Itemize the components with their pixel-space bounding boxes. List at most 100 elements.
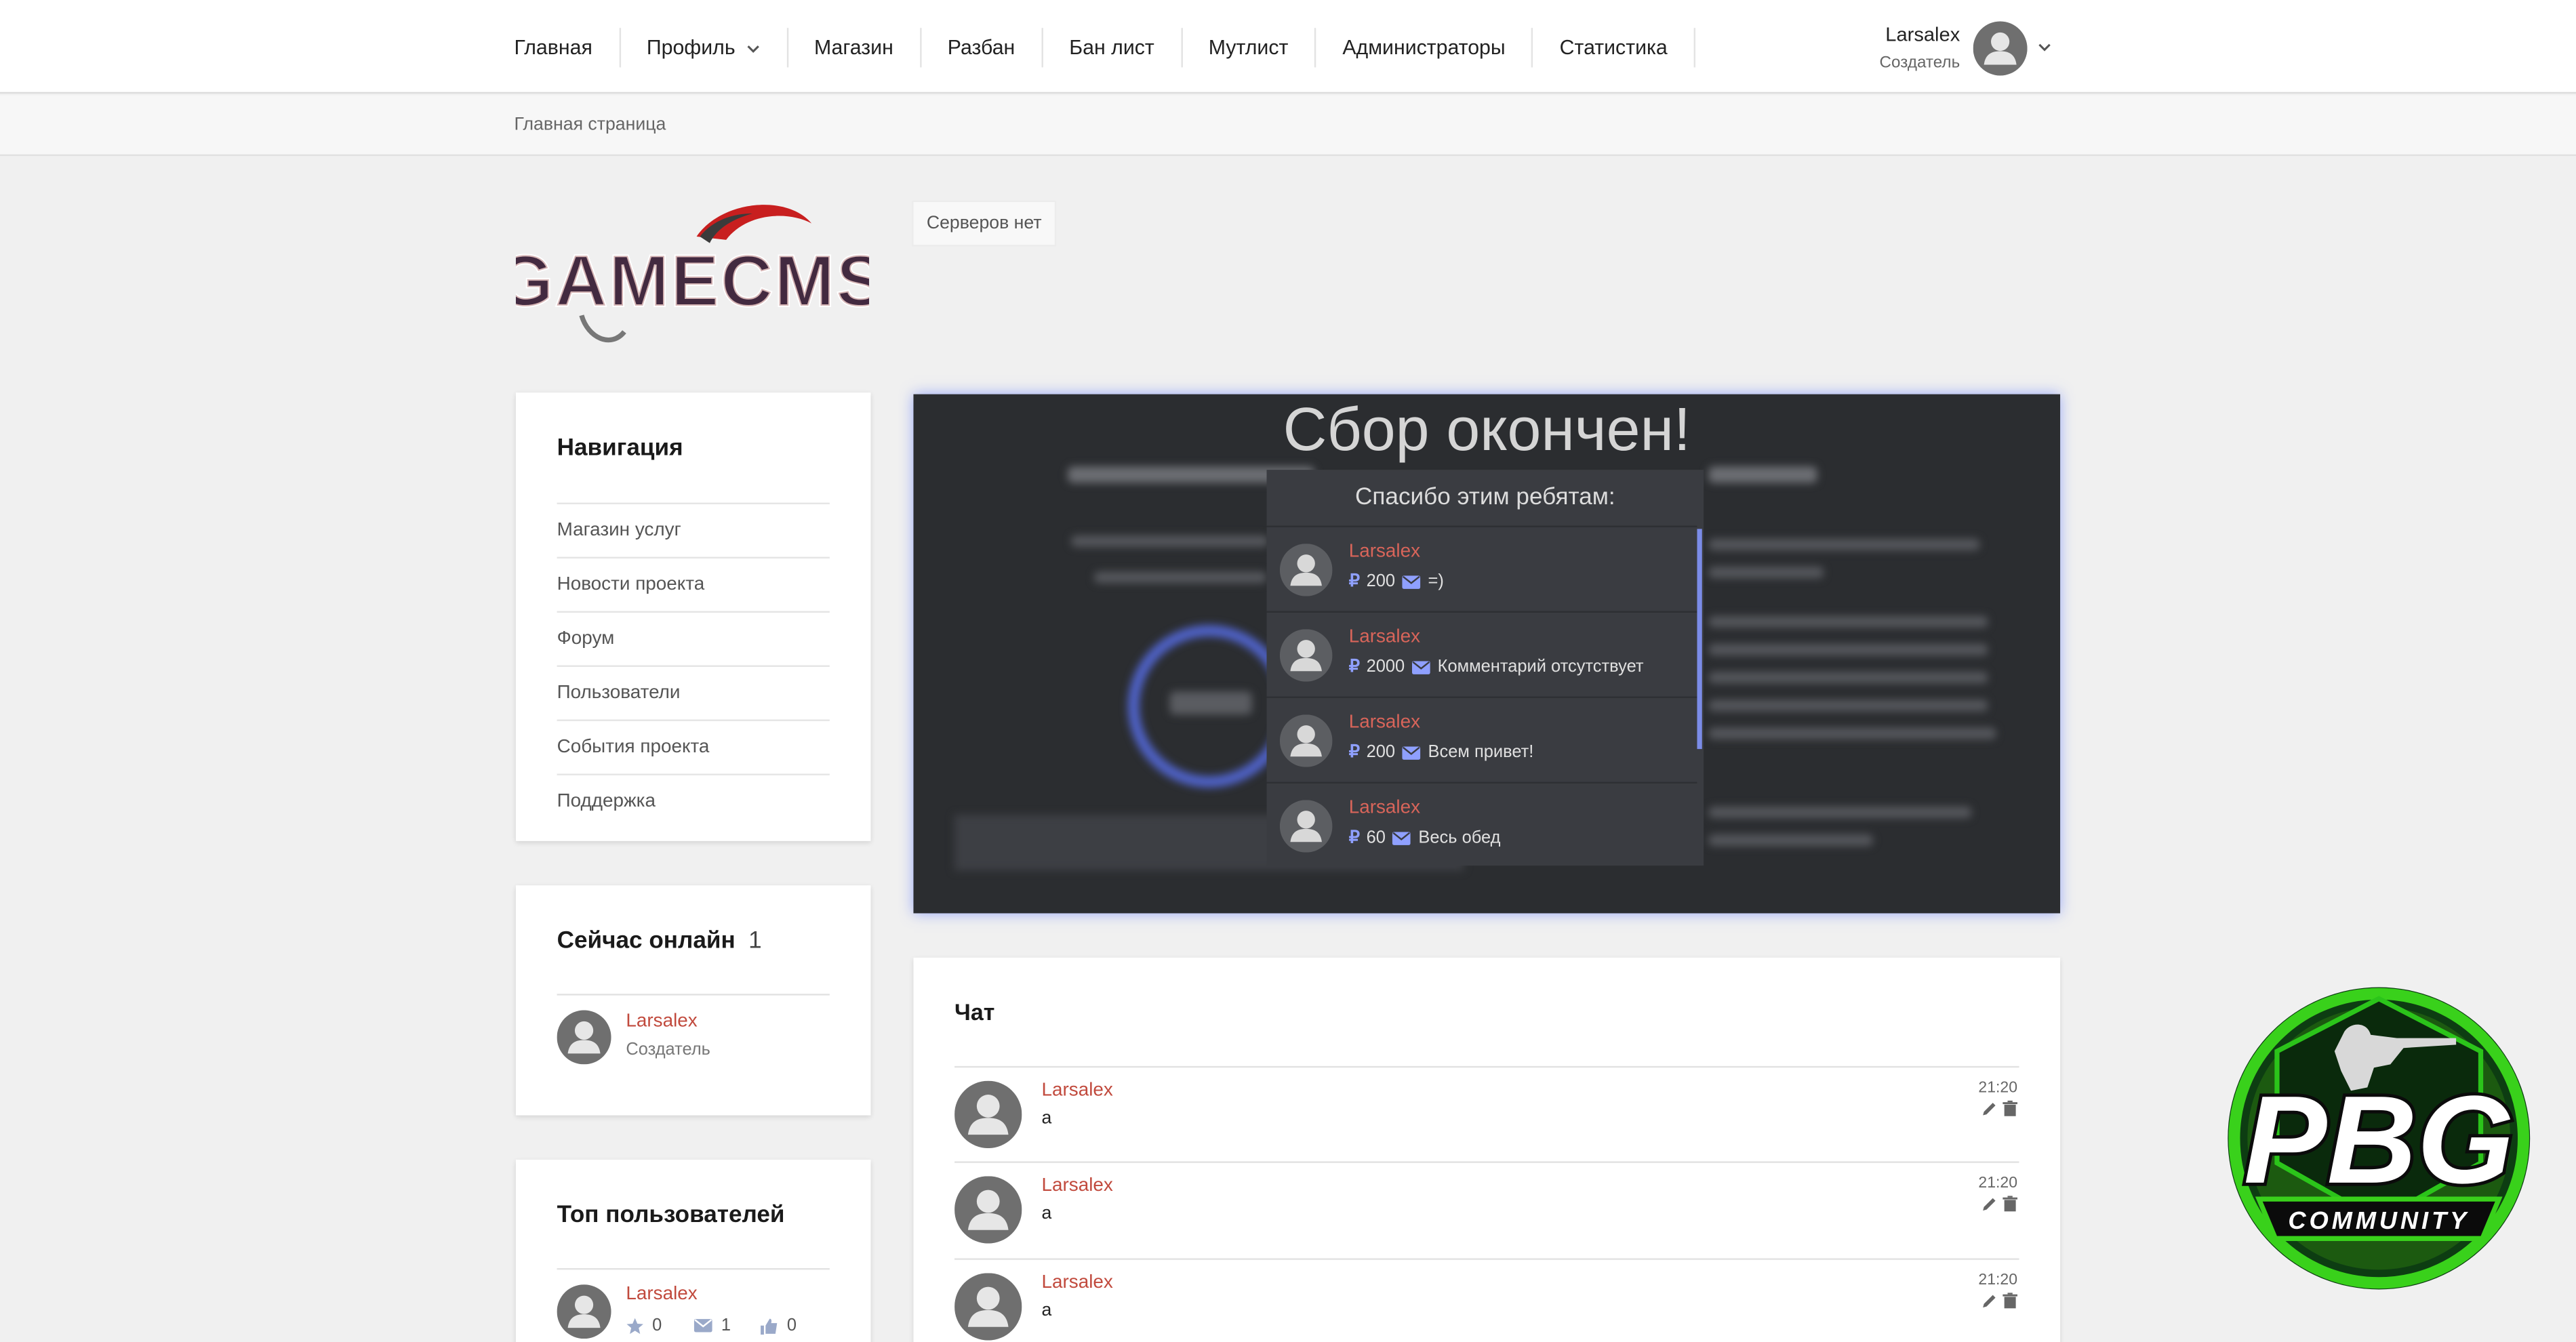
avatar[interactable] [1973,22,2028,76]
stars-stat: 0 [626,1316,662,1335]
donor-name[interactable]: Larsalex [1349,542,1420,562]
breadcrumb-bar: Главная страница [0,95,2576,157]
nav-unban-label: Разбан [947,36,1015,60]
menu-item[interactable]: События проекта [557,719,830,773]
pencil-icon[interactable] [1981,1293,1998,1309]
chat-title: Чат [954,998,995,1025]
avatar[interactable] [954,1081,1022,1148]
avatar[interactable] [954,1176,1022,1243]
svg-text:COMMUNITY: COMMUNITY [2288,1206,2470,1234]
top-users-card: Топ пользователей Larsalex 0 1 0 [515,1159,871,1342]
divider [557,1267,830,1270]
user-role: Создатель [1879,54,1960,73]
donor-name[interactable]: Larsalex [1349,798,1420,818]
thumbs-up-icon [761,1318,778,1334]
trash-icon[interactable] [2003,1196,2018,1212]
online-user-name[interactable]: Larsalex [626,1012,697,1032]
pencil-icon[interactable] [1981,1196,1998,1212]
ruble-icon: ₽ [1348,742,1360,762]
donor-comment: Комментарий отсутствует [1437,657,1644,677]
message-text: a [1041,1108,1052,1128]
message-time: 21:20 [1978,1174,2018,1193]
ruble-icon: ₽ [1348,571,1360,592]
breadcrumb[interactable]: Главная страница [515,115,666,135]
menu-item[interactable]: Магазин услуг [557,502,830,557]
svg-text:PBG: PBG [2244,1070,2514,1210]
navigation-card: Навигация Магазин услуг Новости проекта … [515,392,871,841]
message-text: a [1041,1301,1052,1321]
chat-message: Larsalex a 21:20 [954,1161,2019,1258]
avatar[interactable] [1280,800,1333,853]
avatar[interactable] [557,1284,611,1339]
navigation-menu: Магазин услуг Новости проекта Форум Поль… [557,502,830,828]
nav-profile[interactable]: Профиль [620,28,788,68]
trash-icon[interactable] [2003,1100,2018,1117]
avatar[interactable] [1280,544,1333,596]
donor-name[interactable]: Larsalex [1349,713,1420,733]
nav-mutelist-label: Мутлист [1208,36,1289,60]
likes-count: 0 [786,1316,797,1336]
avatar[interactable] [954,1273,1022,1340]
nav-unban[interactable]: Разбан [921,28,1043,68]
donor-amount: 200 [1366,571,1396,592]
navigation-title: Навигация [557,435,683,462]
avatar[interactable] [557,1010,611,1064]
nav-stats[interactable]: Статистика [1533,28,1695,68]
svg-text:GAMECMS: GAMECMS [516,240,869,321]
menu-item[interactable]: Поддержка [557,773,830,828]
user-name: Larsalex [1885,22,1960,46]
message-author[interactable]: Larsalex [1041,1176,1112,1196]
donor-name[interactable]: Larsalex [1349,628,1420,647]
avatar[interactable] [1280,629,1333,682]
ruble-icon: ₽ [1348,828,1360,848]
nav-banlist[interactable]: Бан лист [1043,28,1183,68]
nav-admins[interactable]: Администраторы [1316,28,1533,68]
online-count: 1 [748,928,762,955]
donors-scrollbar[interactable] [1697,529,1702,750]
envelope-icon [1402,746,1421,759]
donor-comment: Всем привет! [1428,742,1534,762]
message-actions [1981,1100,2018,1117]
trash-icon[interactable] [2003,1293,2018,1309]
nav-home-label: Главная [514,36,592,60]
top-navbar: Главная Профиль Магазин Разбан Бан лист … [0,0,2576,94]
pencil-icon[interactable] [1981,1101,1998,1117]
message-text: a [1041,1204,1052,1224]
message-author[interactable]: Larsalex [1041,1081,1112,1101]
nav-home[interactable]: Главная [514,28,621,68]
message-time: 21:20 [1978,1079,2018,1097]
site-logo[interactable]: GAMECMS GAMECMS [516,197,869,353]
donor-row: Larsalex ₽60 Весь обед [1266,781,1697,866]
online-title: Сейчас онлайн 1 [557,928,762,954]
chevron-down-icon [746,44,759,52]
avatar[interactable] [1280,714,1333,767]
user-menu[interactable]: Larsalex Создатель [1873,18,2054,77]
donor-row: Larsalex ₽2000 Комментарий отсутствует [1266,611,1697,697]
donors-panel: Спасибо этим ребятам: Larsalex ₽200 =) La… [1266,470,1704,866]
donation-widget: Сбор окончен! Спасибо этим ребятам: Lars… [913,394,2061,914]
message-actions [1981,1196,2018,1212]
nav-mutelist[interactable]: Мутлист [1182,28,1316,68]
ruble-icon: ₽ [1348,657,1360,677]
messages-stat: 1 [693,1316,731,1335]
envelope-icon [693,1319,712,1333]
nav-profile-label: Профиль [646,36,736,60]
donor-amount: 60 [1366,828,1386,848]
star-icon [626,1317,643,1333]
chevron-down-icon[interactable] [2037,39,2052,54]
nav-shop[interactable]: Магазин [788,28,922,68]
envelope-icon [1402,575,1421,588]
menu-item[interactable]: Форум [557,611,830,666]
servers-status: Серверов нет [912,200,1057,247]
donor-line: ₽200 Всем привет! [1349,742,1534,762]
menu-item[interactable]: Новости проекта [557,556,830,611]
envelope-icon [1392,831,1411,845]
chat-message: Larsalex a 21:20 [954,1065,2019,1163]
online-user-role: Создатель [626,1040,710,1060]
menu-item[interactable]: Пользователи [557,665,830,720]
online-card: Сейчас онлайн 1 Larsalex Создатель [515,885,871,1116]
donors-title: Спасибо этим ребятам: [1355,484,1615,511]
top-user-name[interactable]: Larsalex [626,1284,697,1304]
top-users-title: Топ пользователей [557,1202,785,1229]
message-author[interactable]: Larsalex [1041,1273,1112,1293]
